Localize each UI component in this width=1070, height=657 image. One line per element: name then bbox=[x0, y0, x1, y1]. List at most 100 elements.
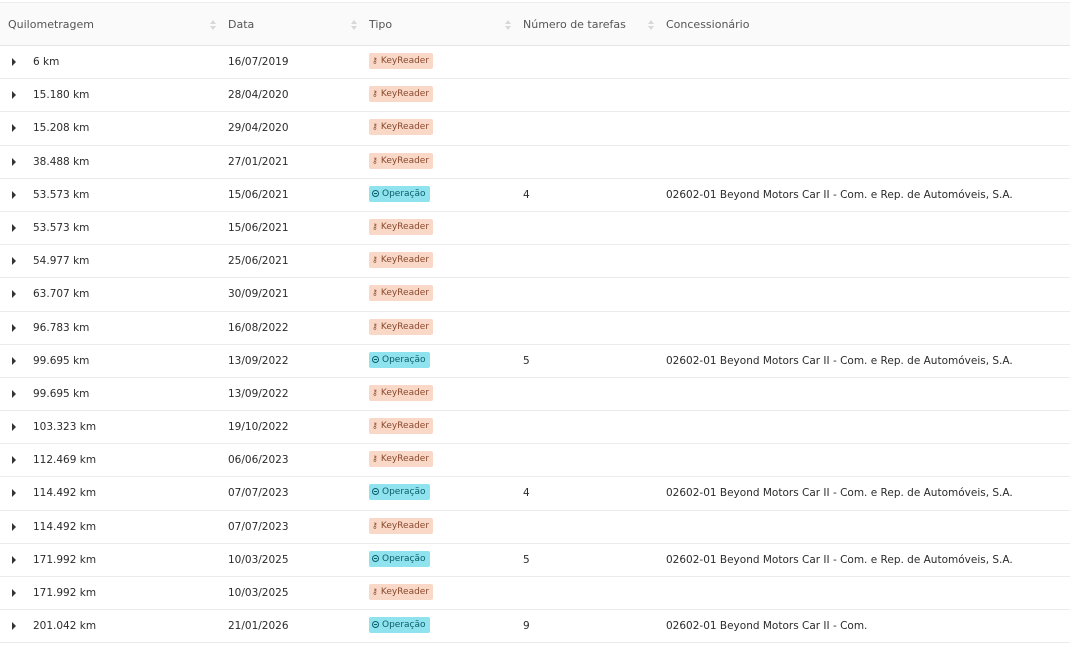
cell-data: 21/01/2026 bbox=[228, 620, 289, 633]
caret-right-icon[interactable] bbox=[12, 589, 16, 597]
table-row[interactable]: 112.469 km 06/06/2023 ⚷ KeyReader bbox=[0, 444, 1070, 478]
sort-icon[interactable] bbox=[351, 18, 357, 32]
history-table: Quilometragem Data Tipo Número de tarefa… bbox=[0, 2, 1070, 644]
table-row[interactable]: 15.180 km 28/04/2020 ⚷ KeyReader bbox=[0, 79, 1070, 113]
column-header-quilometragem[interactable]: Quilometragem bbox=[8, 3, 94, 47]
cell-numero-de-tarefas: 5 bbox=[523, 553, 530, 566]
caret-right-icon[interactable] bbox=[12, 157, 16, 166]
table-row[interactable]: 15.208 km 29/04/2020 ⚷ KeyReader bbox=[0, 112, 1070, 146]
table-row[interactable]: 53.573 km 15/06/2021 Operação 4 02602-01 Bey… bbox=[0, 179, 1070, 212]
cell-quilometragem: 201.042 km bbox=[33, 620, 97, 633]
column-header-data[interactable]: Data bbox=[228, 3, 254, 47]
tag-keyreader: ⚷ KeyReader bbox=[369, 53, 434, 69]
cell-quilometragem: 112.469 km bbox=[33, 454, 97, 467]
key-icon: ⚷ bbox=[372, 421, 378, 431]
tag-operacao: Operação bbox=[369, 550, 430, 567]
table-row[interactable]: 99.695 km 13/09/2022 Operação 5 02602-01 Bey… bbox=[0, 345, 1070, 378]
table-row[interactable]: 38.488 km 27/01/2021 ⚷ KeyReader bbox=[0, 146, 1070, 179]
table-row[interactable]: 96.783 km 16/08/2022 ⚷ KeyReader bbox=[0, 312, 1070, 345]
caret-right-icon[interactable] bbox=[12, 257, 16, 266]
tag-label: KeyReader bbox=[380, 520, 430, 531]
tag-label: KeyReader bbox=[380, 454, 430, 465]
cell-quilometragem: 63.707 km bbox=[33, 288, 90, 301]
key-icon: ⚷ bbox=[372, 587, 378, 596]
tag-label: KeyReader bbox=[380, 255, 430, 266]
tag-keyreader: ⚷ KeyReader bbox=[369, 86, 434, 103]
clock-icon bbox=[372, 621, 379, 629]
tag-label: Operação bbox=[382, 487, 426, 498]
tag-label: KeyReader bbox=[380, 89, 430, 100]
caret-right-icon[interactable] bbox=[12, 423, 16, 432]
tag-label: KeyReader bbox=[380, 587, 430, 597]
cell-data: 06/06/2023 bbox=[228, 454, 289, 467]
cell-data: 10/03/2025 bbox=[228, 553, 289, 566]
caret-right-icon[interactable] bbox=[12, 456, 16, 465]
tag-operacao: Operação bbox=[369, 351, 430, 368]
tag-operacao: Operação bbox=[369, 185, 430, 202]
cell-data: 07/07/2023 bbox=[228, 520, 289, 533]
cell-data: 10/03/2025 bbox=[228, 587, 289, 599]
sort-icon[interactable] bbox=[505, 18, 511, 32]
cell-numero-de-tarefas: 4 bbox=[523, 487, 530, 500]
caret-right-icon[interactable] bbox=[12, 522, 16, 531]
table-row[interactable]: 6 km 16/07/2019 ⚷ KeyReader bbox=[0, 46, 1070, 80]
table-row[interactable]: 171.992 km 10/03/2025 ⚷ KeyReader bbox=[0, 577, 1070, 611]
tag-keyreader: ⚷ KeyReader bbox=[369, 218, 434, 235]
tag-label: KeyReader bbox=[380, 155, 430, 166]
cell-data: 27/01/2021 bbox=[228, 155, 289, 168]
tag-label: KeyReader bbox=[380, 221, 430, 232]
caret-right-icon[interactable] bbox=[12, 555, 16, 564]
tag-keyreader: ⚷ KeyReader bbox=[369, 285, 434, 302]
cell-quilometragem: 96.783 km bbox=[33, 321, 90, 334]
table-row[interactable]: 99.695 km 13/09/2022 ⚷ KeyReader bbox=[0, 378, 1070, 412]
cell-quilometragem: 114.492 km bbox=[33, 487, 97, 500]
tag-keyreader: ⚷ KeyReader bbox=[369, 584, 434, 600]
caret-right-icon[interactable] bbox=[12, 323, 16, 332]
key-icon: ⚷ bbox=[372, 221, 378, 231]
key-icon: ⚷ bbox=[372, 321, 378, 331]
clock-icon bbox=[372, 355, 379, 363]
table-row[interactable]: 63.707 km 30/09/2021 ⚷ KeyReader bbox=[0, 278, 1070, 312]
caret-right-icon[interactable] bbox=[12, 124, 16, 133]
column-header-numero-de-tarefas[interactable]: Número de tarefas bbox=[523, 3, 626, 47]
caret-right-icon[interactable] bbox=[12, 223, 16, 232]
caret-right-icon[interactable] bbox=[12, 489, 16, 498]
column-header-tipo[interactable]: Tipo bbox=[369, 3, 392, 47]
table-row[interactable]: 114.492 km 07/07/2023 Operação 4 02602-01 Be… bbox=[0, 477, 1070, 511]
tag-keyreader: ⚷ KeyReader bbox=[369, 119, 434, 136]
cell-data: 28/04/2020 bbox=[228, 89, 289, 102]
cell-numero-de-tarefas: 5 bbox=[523, 354, 530, 367]
key-icon: ⚷ bbox=[372, 56, 378, 65]
cell-quilometragem: 15.208 km bbox=[33, 122, 90, 135]
cell-data: 07/07/2023 bbox=[228, 487, 289, 500]
sort-icon[interactable] bbox=[210, 18, 216, 32]
key-icon: ⚷ bbox=[372, 288, 378, 298]
cell-quilometragem: 171.992 km bbox=[33, 553, 97, 566]
caret-right-icon[interactable] bbox=[12, 356, 16, 365]
caret-right-icon[interactable] bbox=[12, 190, 16, 199]
table-row[interactable]: 53.573 km 15/06/2021 ⚷ KeyReader bbox=[0, 212, 1070, 246]
table-row[interactable]: 54.977 km 25/06/2021 ⚷ KeyReader bbox=[0, 245, 1070, 279]
cell-data: 30/09/2021 bbox=[228, 288, 289, 301]
cell-quilometragem: 54.977 km bbox=[33, 255, 90, 268]
sort-icon[interactable] bbox=[648, 18, 654, 32]
cell-quilometragem: 99.695 km bbox=[33, 387, 90, 400]
caret-right-icon[interactable] bbox=[12, 58, 16, 66]
cell-numero-de-tarefas: 4 bbox=[523, 188, 530, 201]
tag-keyreader: ⚷ KeyReader bbox=[369, 517, 434, 534]
caret-right-icon[interactable] bbox=[12, 622, 16, 631]
table-row[interactable]: 103.323 km 19/10/2022 ⚷ KeyReader bbox=[0, 411, 1070, 445]
tag-label: KeyReader bbox=[380, 321, 430, 332]
column-header-concessionario[interactable]: Concessionário bbox=[666, 3, 749, 47]
caret-right-icon[interactable] bbox=[12, 290, 16, 299]
caret-right-icon[interactable] bbox=[12, 389, 16, 398]
caret-right-icon[interactable] bbox=[12, 91, 16, 100]
table-row[interactable]: 114.492 km 07/07/2023 ⚷ KeyReader bbox=[0, 511, 1070, 544]
table-row[interactable]: 201.042 km 21/01/2026 Operação 9 02602-01 Be… bbox=[0, 610, 1070, 644]
table-row[interactable]: 171.992 km 10/03/2025 Operação 5 02602-01 Be… bbox=[0, 544, 1070, 577]
cell-concessionario: 02602-01 Beyond Motors Car II - Com. e R… bbox=[666, 553, 1013, 566]
cell-data: 13/09/2022 bbox=[228, 387, 289, 400]
cell-quilometragem: 103.323 km bbox=[33, 421, 97, 434]
cell-data: 15/06/2021 bbox=[228, 188, 289, 201]
cell-numero-de-tarefas: 9 bbox=[523, 620, 530, 633]
